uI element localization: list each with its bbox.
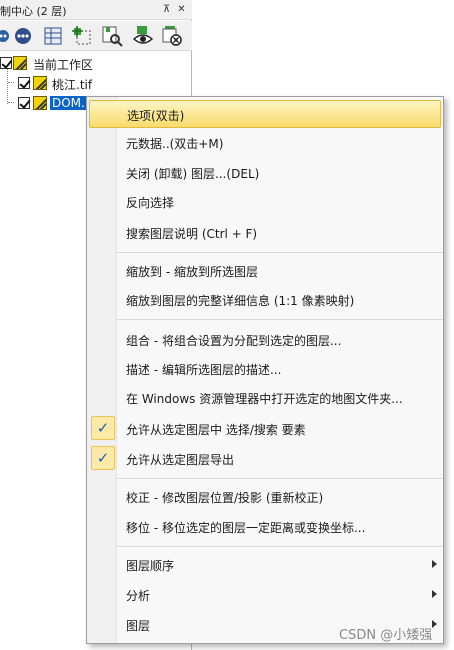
panel-header: 制中心 (2 层) ⊼ ✕ xyxy=(0,0,192,20)
tree-item-workspace[interactable]: 当前工作区 xyxy=(0,54,190,72)
zoom-layer-icon[interactable] xyxy=(101,25,123,47)
menu-item-zoom-full-detail[interactable]: 缩放到图层的完整详细信息 (1:1 像素映射) xyxy=(89,286,441,314)
table-icon[interactable] xyxy=(12,25,34,47)
menu-item-label: 缩放到 - 缩放到所选图层 xyxy=(126,265,258,279)
submenu-arrow-icon xyxy=(432,560,437,568)
menu-separator xyxy=(117,478,443,479)
check-icon: ✓ xyxy=(91,416,115,440)
menu-item-label: 组合 - 将组合设置为分配到选定的图层... xyxy=(126,334,342,348)
check-icon: ✓ xyxy=(91,446,115,470)
layer-context-menu: 选项(双击) 元数据..(双击+M) 关闭 (卸载) 图层...(DEL) 反向… xyxy=(86,96,444,644)
menu-item-allow-select[interactable]: ✓ 允许从选定图层中 选择/搜索 要素 xyxy=(89,415,441,443)
menu-item-label: 图层 xyxy=(126,619,151,633)
menu-item-metadata[interactable]: 元数据..(双击+M) xyxy=(89,129,441,157)
menu-item-close-layer[interactable]: 关闭 (卸载) 图层...(DEL) xyxy=(89,159,441,187)
menu-separator xyxy=(117,546,443,547)
menu-item-label: 允许从选定图层中 选择/搜索 要素 xyxy=(126,423,306,437)
menu-item-label: 元数据..(双击+M) xyxy=(126,137,224,151)
menu-item-label: 选项(双击) xyxy=(127,109,185,123)
menu-item-search-description[interactable]: 搜索图层说明 (Ctrl + F) xyxy=(89,219,441,247)
raster-layer-icon xyxy=(33,76,47,90)
menu-item-label: 搜索图层说明 (Ctrl + F) xyxy=(126,227,258,241)
menu-item-label: 缩放到图层的完整详细信息 (1:1 像素映射) xyxy=(126,294,355,308)
workspace-label: 当前工作区 xyxy=(33,58,94,72)
menu-separator xyxy=(117,319,443,320)
menu-item-open-folder[interactable]: 在 Windows 资源管理器中打开选定的地图文件夹... xyxy=(89,384,441,412)
menu-item-layer-order[interactable]: 图层顺序 xyxy=(89,551,441,579)
tree-item-layer[interactable]: 桃江.tif xyxy=(0,74,190,92)
menu-item-label: 描述 - 编辑所选图层的描述... xyxy=(126,363,282,377)
attribute-table-icon[interactable] xyxy=(42,25,64,47)
menu-item-label: 移位 - 移位选定的图层一定距离或变换坐标... xyxy=(126,521,366,535)
pin-icon[interactable]: ⊼ xyxy=(160,3,173,16)
visibility-icon[interactable] xyxy=(132,25,154,47)
close-icon[interactable]: ✕ xyxy=(175,3,188,16)
menu-item-shift[interactable]: 移位 - 移位选定的图层一定距离或变换坐标... xyxy=(89,513,441,541)
workspace-checkbox[interactable] xyxy=(0,57,12,69)
menu-item-description[interactable]: 描述 - 编辑所选图层的描述... xyxy=(89,355,441,383)
layer-toolbar xyxy=(0,21,192,51)
menu-item-analysis[interactable]: 分析 xyxy=(89,581,441,609)
workspace-layer-icon xyxy=(13,56,27,70)
layer-checkbox[interactable] xyxy=(18,77,30,89)
watermark: CSDN @小矮强 xyxy=(339,628,433,643)
menu-item-invert-selection[interactable]: 反向选择 xyxy=(89,188,441,216)
submenu-arrow-icon xyxy=(432,590,437,598)
menu-item-allow-export[interactable]: ✓ 允许从选定图层导出 xyxy=(89,445,441,473)
menu-item-label: 图层顺序 xyxy=(126,559,175,573)
menu-item-group[interactable]: 组合 - 将组合设置为分配到选定的图层... xyxy=(89,326,441,354)
menu-item-rectify[interactable]: 校正 - 修改图层位置/投影 (重新校正) xyxy=(89,483,441,511)
layer-checkbox[interactable] xyxy=(18,97,30,109)
menu-item-label: 校正 - 修改图层位置/投影 (重新校正) xyxy=(126,491,324,505)
menu-item-label: 在 Windows 资源管理器中打开选定的地图文件夹... xyxy=(126,392,403,406)
menu-item-label: 分析 xyxy=(126,589,151,603)
submenu-arrow-icon xyxy=(432,620,437,628)
menu-item-label: 允许从选定图层导出 xyxy=(126,453,235,467)
panel-title: 制中心 (2 层) xyxy=(0,5,67,18)
remove-layer-icon[interactable] xyxy=(161,25,183,47)
layer-label: 桃江.tif xyxy=(52,78,93,92)
menu-item-label: 反向选择 xyxy=(126,196,175,210)
raster-layer-icon xyxy=(33,96,47,110)
menu-item-zoom-to-layer[interactable]: 缩放到 - 缩放到所选图层 xyxy=(89,257,441,285)
menu-separator xyxy=(117,252,443,253)
select-layer-icon[interactable] xyxy=(71,25,93,47)
menu-item-label: 关闭 (卸载) 图层...(DEL) xyxy=(126,167,260,181)
menu-item-options[interactable]: 选项(双击) xyxy=(89,100,441,128)
